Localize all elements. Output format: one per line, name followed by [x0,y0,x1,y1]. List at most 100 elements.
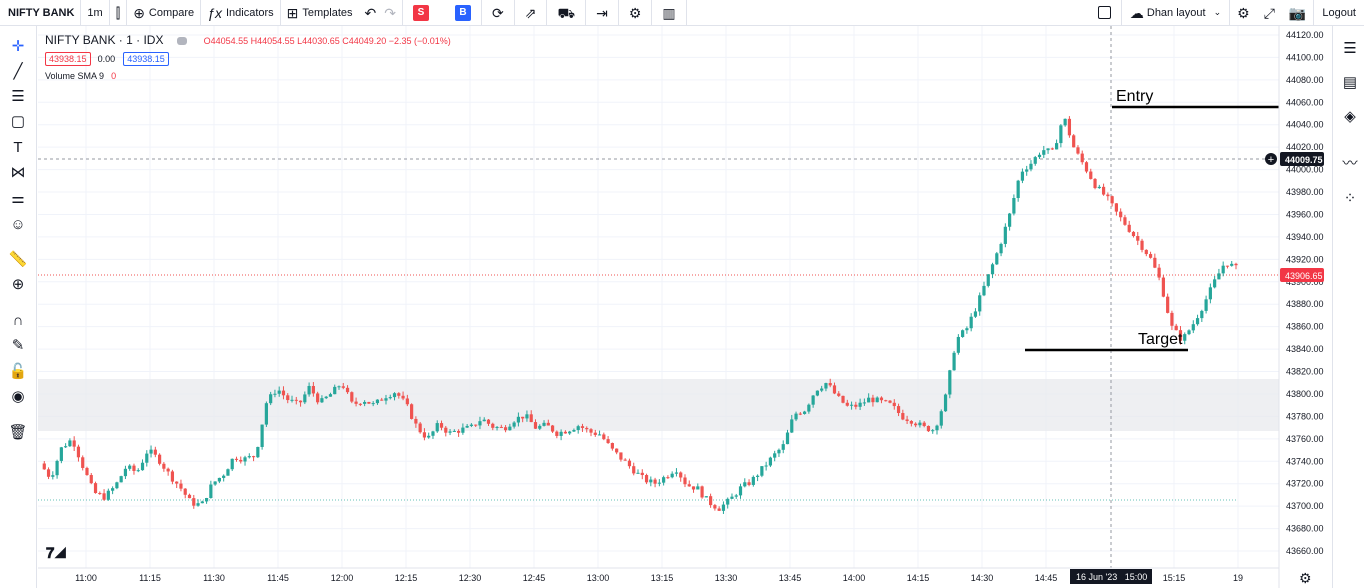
candle-body [439,423,444,428]
settings-button[interactable]: ⚙ [619,0,653,26]
candle-body [1140,240,1144,250]
candle-body [93,483,98,494]
price-tick: 44020.00 [1286,142,1324,152]
candle-body [469,424,474,426]
candle-body [785,432,790,445]
candle-body [961,330,965,337]
chart-settings-button[interactable]: ⚙ [1230,0,1257,26]
chart-type-button[interactable]: ⫿ [110,0,128,26]
logout-button[interactable]: Logout [1314,0,1364,26]
candle-body [674,472,679,474]
candle-body [81,457,85,468]
magnet-icon[interactable]: ∩ [8,310,28,330]
smiley-icon[interactable]: ☺ [8,214,28,234]
candle-body [1042,150,1046,155]
time-tick: 13:45 [779,573,802,583]
candle-body [1204,299,1208,311]
candle-body [1217,273,1221,280]
candle-body [499,426,503,428]
analytics-button[interactable]: ▥ [652,0,687,26]
axis-settings-gear-icon[interactable]: ⚙ [1299,570,1312,586]
candle-body [978,295,982,312]
forecast-icon[interactable]: ⚌ [8,188,28,208]
dots-grid-icon[interactable]: ⁘ [1340,188,1360,208]
price-tick: 43820.00 [1286,367,1324,377]
alerts-icon[interactable]: ▤ [1340,72,1360,92]
wave-icon[interactable]: 〰 [1340,152,1360,172]
candle-body [316,393,320,403]
candle-body [849,404,854,406]
undo-icon[interactable]: ↶ [365,6,377,20]
eye-icon[interactable]: ◉ [8,386,28,406]
sell-button[interactable]: S [413,4,430,21]
buy-price-box[interactable]: 43938.15 [123,52,169,66]
rectangle-icon[interactable]: ▢ [8,111,28,131]
price-tick: 43700.00 [1286,501,1324,511]
basket-button[interactable]: ⛟ [547,0,587,26]
candle-body [623,459,627,461]
candle-body [572,429,576,432]
symbol-search[interactable]: NIFTY BANK [0,0,82,26]
sell-price-box[interactable]: 43938.15 [45,52,91,66]
time-tick: 11:45 [267,573,289,583]
candle-body [457,430,461,433]
trend-line-icon[interactable]: ╱ [8,61,28,81]
layout-menu[interactable]: ☁ Dhan layout ⌄ [1122,0,1231,26]
price-axis: 44120.00 44100.00 44080.00 44060.00 44040.00… [1286,30,1324,556]
candle-body [533,422,538,429]
candle-body [375,399,380,404]
indicators-button[interactable]: ƒx Indicators [201,0,281,26]
candle-body [593,432,597,435]
templates-button[interactable]: ⊞ Templates [281,0,359,26]
candle-body [644,475,649,483]
candle-body [337,386,341,388]
exit-button[interactable]: ⇥ [586,0,619,26]
candle-body [256,446,260,458]
candle-body [222,475,226,478]
refresh-button[interactable]: ⟳ [482,0,515,26]
buy-button[interactable]: B [455,4,472,21]
price-tick: 43900.00 [1286,277,1324,287]
unlock-icon[interactable]: 🔓 [8,361,28,381]
candle-body [1166,296,1170,313]
candle-body [756,475,760,477]
candle-body [149,449,153,454]
crosshair-icon[interactable]: ✛ [8,36,28,56]
pattern-icon[interactable]: ⋈ [8,162,28,182]
candle-body [350,392,354,402]
candle-body [568,431,572,434]
price-chart[interactable]: Entry Target 44120.00 44100.00 44080.00 440… [0,0,1364,588]
add-alert-icon[interactable] [1265,153,1277,165]
watchlist-icon[interactable]: ☰ [1340,38,1360,58]
time-tick: 13:30 [715,573,738,583]
zoom-in-icon[interactable]: ⊕ [8,274,28,294]
compare-button[interactable]: ⊕ Compare [127,0,202,26]
candle-body [845,402,849,406]
lock-drawings-icon[interactable]: ✎ [8,335,28,355]
volume-label[interactable]: Volume SMA 9 [45,71,104,81]
text-icon[interactable]: T [8,137,28,157]
select-layout-checkbox[interactable] [1088,0,1122,26]
fib-retracement-icon[interactable]: ☰ [8,86,28,106]
candle-body [986,274,990,286]
trash-icon[interactable]: 🗑 [8,422,28,442]
candle-body [187,494,192,499]
candle-body [683,477,687,485]
candle-body [111,488,115,491]
redo-icon[interactable]: ↷ [384,6,396,20]
candle-body [264,403,268,425]
candle-body [102,493,106,500]
screenshot-button[interactable]: 📷 [1282,0,1315,26]
fullscreen-button[interactable]: ⤢ [1257,0,1282,26]
candle-body [508,426,512,431]
legend-symbol-title[interactable]: NIFTY BANK · 1 · IDX [45,33,163,47]
interval-button[interactable]: 1m [81,0,110,26]
ruler-icon[interactable]: 📏 [8,249,28,269]
open-external-button[interactable]: ⇗ [515,0,548,26]
candle-body [700,486,704,498]
candle-body [1046,148,1050,151]
candle-body [879,397,884,401]
time-tick: 14:15 [907,573,930,583]
candle-body [59,447,63,461]
candle-body [427,435,431,438]
